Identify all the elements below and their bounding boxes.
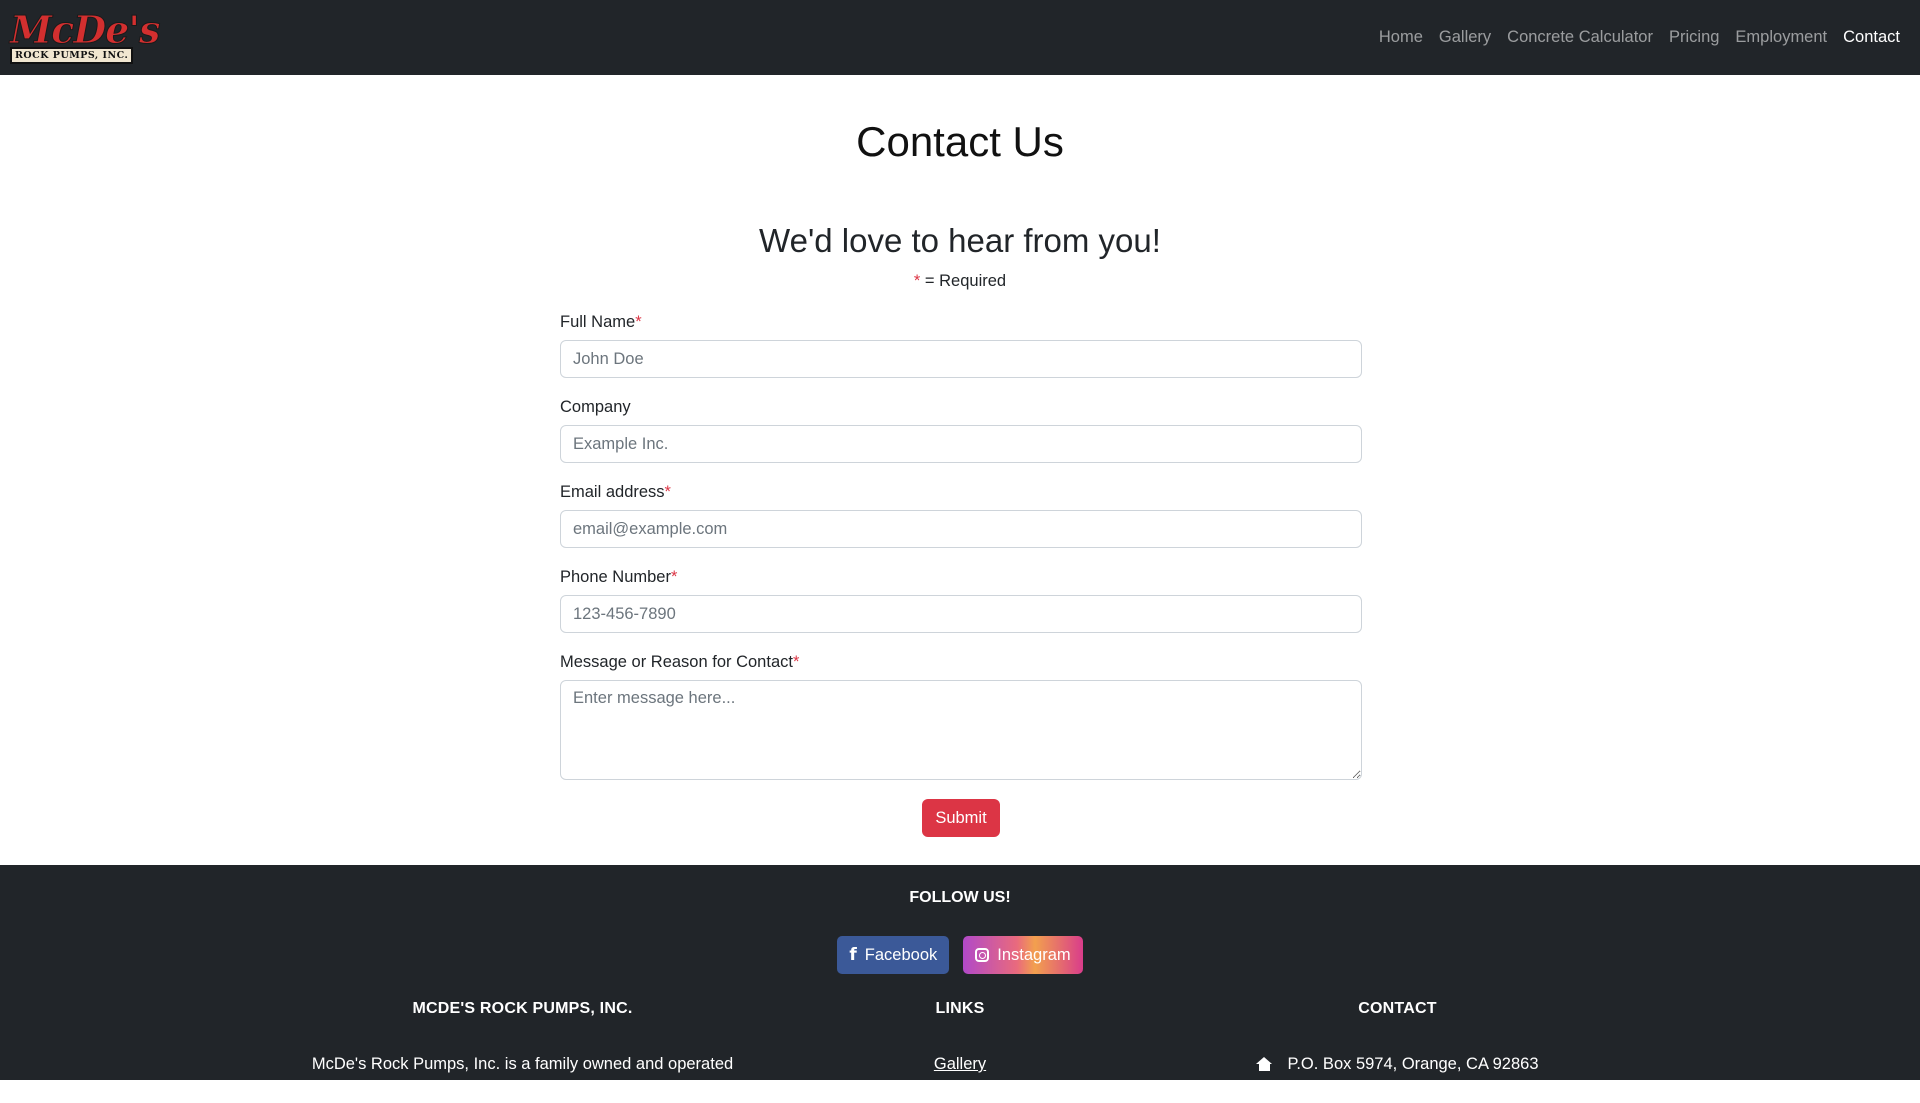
nav-link-pricing[interactable]: Pricing bbox=[1661, 28, 1727, 47]
required-star: * bbox=[670, 568, 678, 586]
nav-link-concrete-calculator[interactable]: Concrete Calculator bbox=[1499, 28, 1661, 47]
email-input[interactable] bbox=[560, 510, 1362, 548]
top-navbar: McDe's ROCK PUMPS, INC. Home Gallery Con… bbox=[0, 0, 1920, 75]
footer-links-title: LINKS bbox=[935, 1000, 985, 1017]
facebook-label: Facebook bbox=[864, 945, 938, 964]
footer-contact-title: CONTACT bbox=[1358, 1000, 1437, 1017]
submit-wrapper: Submit bbox=[560, 799, 1362, 837]
nav-link-home[interactable]: Home bbox=[1371, 28, 1431, 47]
phone-label: Phone Number* bbox=[560, 567, 1362, 587]
logo-script-text: McDe's bbox=[9, 7, 160, 52]
full-name-label-text: Full Name bbox=[560, 313, 636, 331]
message-textarea[interactable] bbox=[560, 680, 1362, 780]
company-label: Company bbox=[560, 397, 1362, 417]
nav-link-gallery[interactable]: Gallery bbox=[1431, 28, 1499, 47]
home-icon bbox=[1256, 1057, 1273, 1071]
footer-links-column: LINKS Gallery bbox=[860, 1000, 1060, 1077]
footer-contact-column: CONTACT P.O. Box 5974, Orange, CA 92863 bbox=[1200, 1000, 1595, 1077]
phone-label-text: Phone Number bbox=[560, 568, 671, 586]
social-buttons: f Facebook Instagram bbox=[0, 936, 1920, 974]
instagram-icon bbox=[975, 948, 990, 962]
required-note: * = Required bbox=[0, 272, 1920, 291]
instagram-label: Instagram bbox=[997, 945, 1071, 964]
footer-about-text: McDe's Rock Pumps, Inc. is a family owne… bbox=[311, 1055, 734, 1099]
required-note-text: = Required bbox=[920, 272, 1007, 290]
facebook-button[interactable]: f Facebook bbox=[837, 936, 950, 974]
brand-logo[interactable]: McDe's ROCK PUMPS, INC. bbox=[9, 10, 161, 64]
message-label: Message or Reason for Contact* bbox=[560, 652, 1362, 672]
field-phone: Phone Number* bbox=[560, 567, 1362, 633]
email-label: Email address* bbox=[560, 482, 1362, 502]
field-full-name: Full Name* bbox=[560, 312, 1362, 378]
footer-about-column: MCDE'S ROCK PUMPS, INC. McDe's Rock Pump… bbox=[300, 1000, 745, 1103]
required-star: * bbox=[792, 653, 800, 671]
footer-about-title: MCDE'S ROCK PUMPS, INC. bbox=[412, 1000, 633, 1017]
footer-address: P.O. Box 5974, Orange, CA 92863 bbox=[1200, 1051, 1595, 1077]
contact-form: Full Name* Company Email address* Phone … bbox=[560, 312, 1362, 837]
message-label-text: Message or Reason for Contact bbox=[560, 653, 793, 671]
facebook-icon: f bbox=[849, 945, 857, 965]
email-label-text: Email address bbox=[560, 483, 665, 501]
follow-us-heading: FOLLOW US! bbox=[909, 889, 1011, 906]
submit-button[interactable]: Submit bbox=[922, 799, 1000, 837]
full-name-label: Full Name* bbox=[560, 312, 1362, 332]
footer-link-gallery[interactable]: Gallery bbox=[934, 1055, 986, 1073]
nav-link-contact[interactable]: Contact bbox=[1835, 28, 1908, 47]
form-subtitle: We'd love to hear from you! bbox=[759, 222, 1161, 259]
company-input[interactable] bbox=[560, 425, 1362, 463]
required-star: * bbox=[635, 313, 642, 331]
required-star: * bbox=[664, 483, 671, 501]
field-message: Message or Reason for Contact* bbox=[560, 652, 1362, 780]
footer-address-text: P.O. Box 5974, Orange, CA 92863 bbox=[1287, 1055, 1539, 1073]
page-title: Contact Us bbox=[856, 118, 1064, 165]
full-name-input[interactable] bbox=[560, 340, 1362, 378]
logo-plate-text: ROCK PUMPS, INC. bbox=[10, 47, 134, 64]
phone-input[interactable] bbox=[560, 595, 1362, 633]
nav-link-employment[interactable]: Employment bbox=[1727, 28, 1835, 47]
field-email: Email address* bbox=[560, 482, 1362, 548]
instagram-button[interactable]: Instagram bbox=[963, 936, 1083, 974]
company-label-text: Company bbox=[560, 398, 631, 416]
footer-links-list: Gallery bbox=[860, 1051, 1060, 1077]
site-footer: FOLLOW US! f Facebook Instagram MCDE'S R… bbox=[0, 865, 1920, 1099]
field-company: Company bbox=[560, 397, 1362, 463]
nav-menu: Home Gallery Concrete Calculator Pricing… bbox=[1371, 28, 1908, 47]
